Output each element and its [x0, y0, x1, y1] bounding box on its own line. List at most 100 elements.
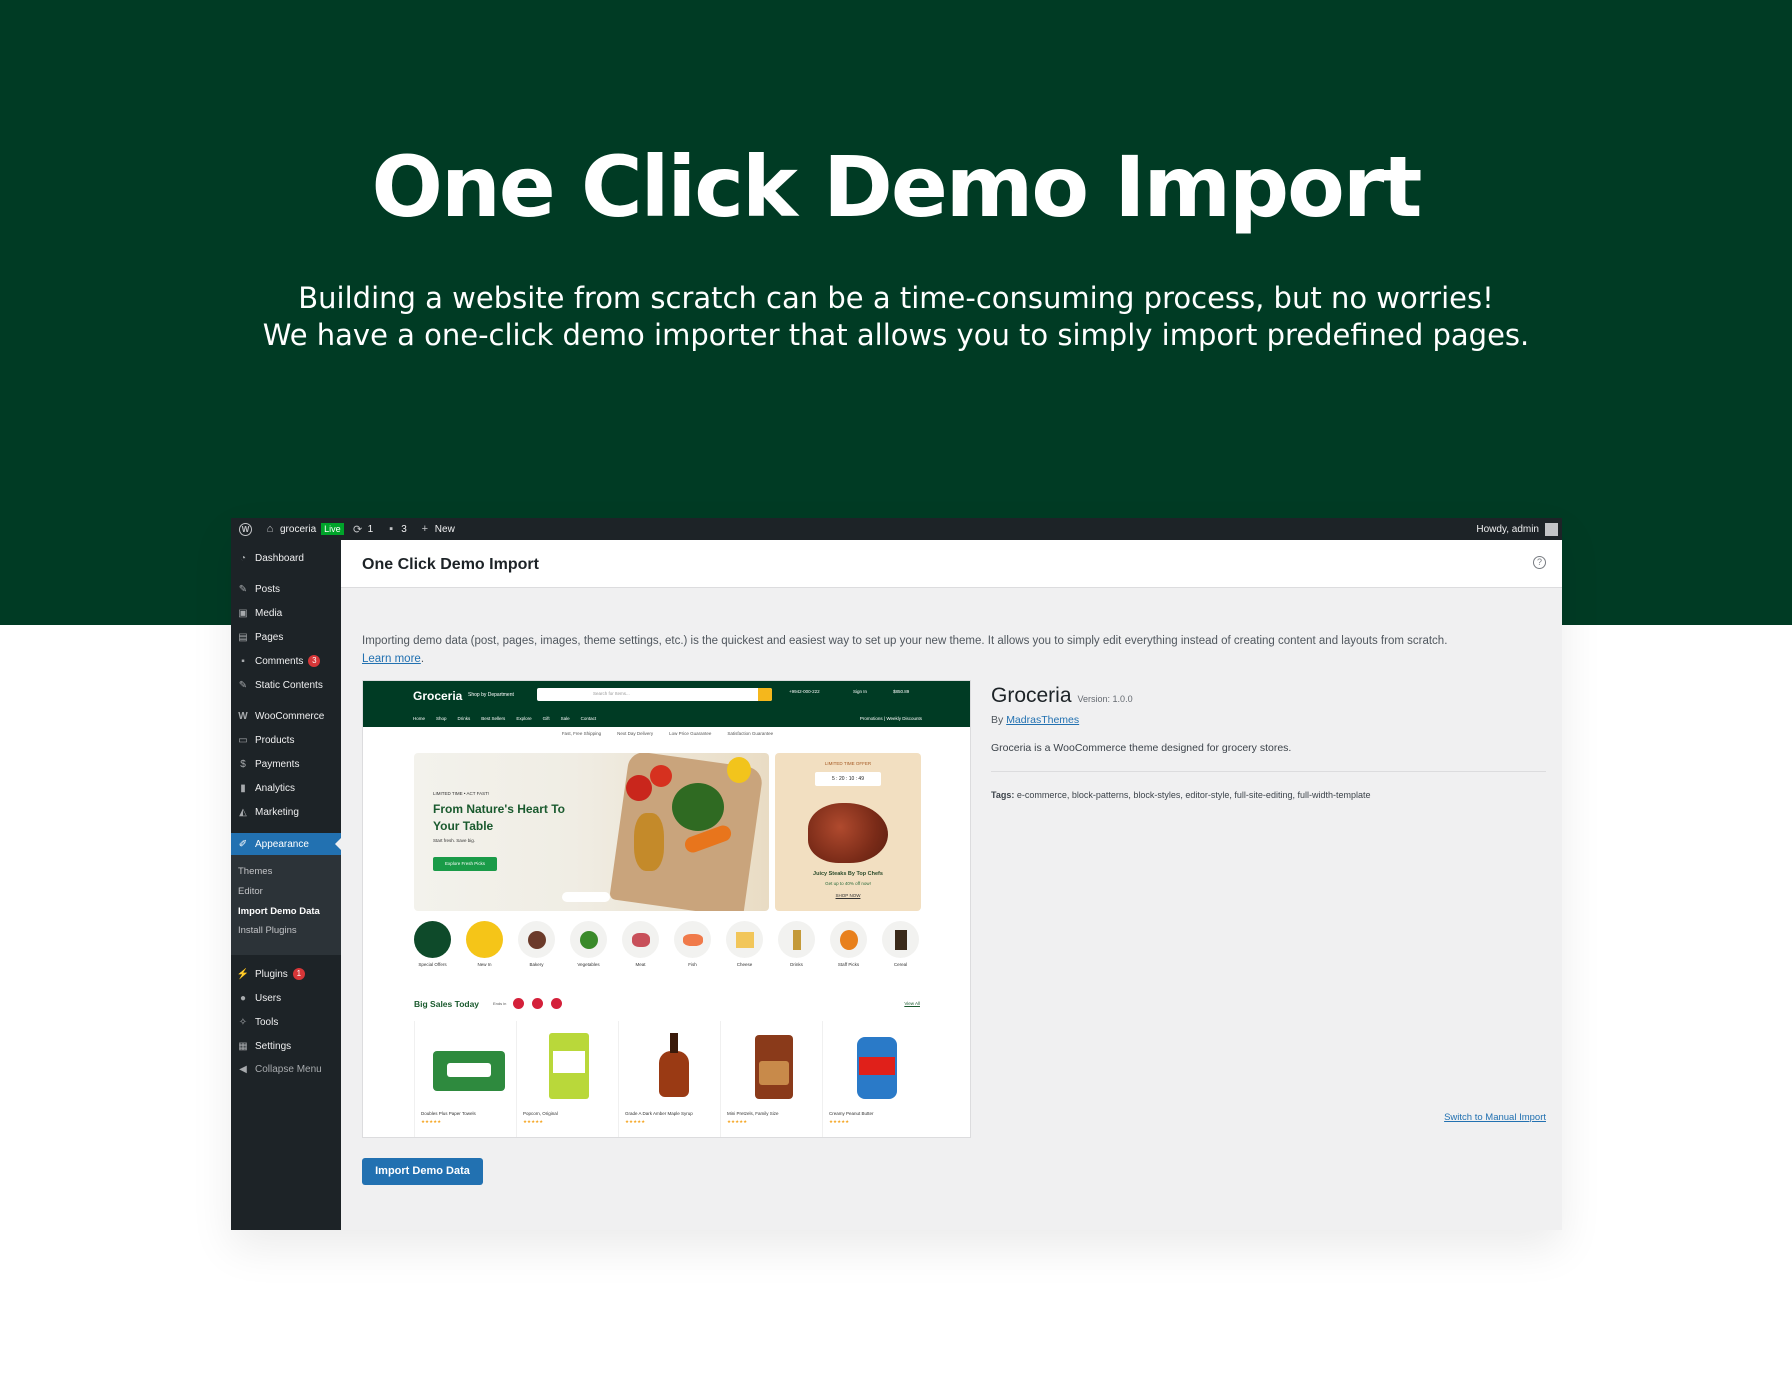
collapse-icon: ◀	[239, 1063, 247, 1075]
sidebar-item-payments[interactable]: $ Payments	[231, 753, 341, 775]
sidebar-item-users[interactable]: ● Users	[231, 987, 341, 1009]
sidebar-item-dashboard[interactable]: ◔ Dashboard	[231, 547, 341, 569]
fish-icon	[674, 921, 711, 958]
sidebar-item-label: Collapse Menu	[255, 1063, 322, 1075]
category-label: Staff Picks	[837, 962, 860, 967]
submenu-item-editor[interactable]: Editor	[238, 886, 263, 897]
submenu-item-themes[interactable]: Themes	[238, 866, 272, 877]
sidebar-item-label: Plugins	[255, 968, 288, 980]
author-link[interactable]: MadrasThemes	[1006, 714, 1079, 726]
learn-more-link[interactable]: Learn more	[362, 653, 421, 665]
product-name: Mini Pretzels, Family Size	[727, 1111, 779, 1116]
wp-logo-button[interactable]: W	[239, 518, 252, 540]
theme-preview-screenshot: Groceria Shop by Department Search for I…	[362, 680, 971, 1138]
preview-nav-item: Best Sellers	[481, 716, 506, 721]
howdy-text: Howdy, admin	[1476, 523, 1539, 535]
preview-usp: Fast, Free Shipping	[561, 731, 602, 736]
hero-title: One Click Demo Import	[371, 138, 1423, 236]
preview-nav-item: Home	[413, 716, 426, 721]
admin-sidebar: ◔ Dashboard ✎ Posts ▣ Media ▤ Pages ▪ Comment…	[231, 540, 341, 1230]
chart-icon: ▮	[240, 782, 246, 794]
preview-hero-subtitle: Start fresh. Save big.	[433, 838, 476, 843]
hero-subtitle: Building a website from scratch can be a…	[0, 280, 1792, 354]
dollar-icon: $	[240, 758, 246, 770]
sidebar-item-label: Posts	[255, 583, 281, 595]
theme-tags: Tags: e-commerce, block-patterns, block-…	[991, 790, 1370, 800]
preview-category: Cereal	[882, 921, 919, 967]
site-name-link[interactable]: ⌂ groceria Live	[264, 518, 344, 540]
import-demo-data-button[interactable]: Import Demo Data	[362, 1158, 483, 1185]
sidebar-item-label: Tools	[255, 1016, 279, 1028]
broccoli-image	[672, 783, 724, 831]
maple-syrup-image	[637, 1031, 697, 1101]
submenu-item-install-plugins[interactable]: Install Plugins	[238, 925, 297, 936]
preview-offer-kicker: LIMITED TIME OFFER	[824, 761, 872, 766]
sidebar-item-label: Payments	[255, 758, 300, 770]
site-name: groceria	[280, 523, 317, 535]
sidebar-item-posts[interactable]: ✎ Posts	[231, 578, 341, 600]
sidebar-item-analytics[interactable]: ▮ Analytics	[231, 777, 341, 799]
help-icon[interactable]: ?	[1533, 556, 1546, 569]
bakery-icon	[518, 921, 555, 958]
comments-link[interactable]: ▪ 3	[385, 518, 407, 540]
preview-hero-banner: LIMITED TIME • ACT FAST! From Nature's H…	[414, 753, 769, 911]
main-content: One Click Demo Import ? Importing demo d…	[341, 540, 1562, 1230]
preview-usp: Next Day Delivery	[617, 731, 654, 736]
preview-usp-bar: Fast, Free Shipping Next Day Delivery Low …	[363, 731, 970, 736]
tags-label: Tags:	[991, 790, 1015, 800]
wordpress-admin-window: W ⌂ groceria Live ⟳ 1 ▪ 3 + New Howdy, a…	[231, 518, 1562, 1230]
refresh-icon: ⟳	[353, 523, 363, 536]
sidebar-item-plugins[interactable]: ⚡ Plugins 1	[231, 963, 341, 985]
product-name: Popcorn, Original	[523, 1111, 558, 1116]
comments-count: 3	[401, 523, 407, 535]
sidebar-item-pages[interactable]: ▤ Pages	[231, 626, 341, 648]
product-name: Creamy Peanut Butter	[829, 1111, 874, 1116]
staff-picks-icon	[830, 921, 867, 958]
preview-header: Groceria Shop by Department Search for I…	[363, 681, 970, 727]
switch-to-manual-import-link[interactable]: Switch to Manual Import	[1444, 1112, 1546, 1123]
wordpress-logo-icon: W	[239, 522, 252, 536]
appearance-submenu: Themes Editor Import Demo Data Install P…	[231, 855, 341, 955]
preview-categories: Special Offers New In Bakery Vegetables …	[414, 921, 921, 971]
updates-link[interactable]: ⟳ 1	[352, 518, 373, 540]
preview-promos: Promotions | Weekly Discounts	[859, 716, 922, 721]
sidebar-item-marketing[interactable]: ◭ Marketing	[231, 801, 341, 823]
meat-icon	[622, 921, 659, 958]
sidebar-item-products[interactable]: ▭ Products	[231, 729, 341, 751]
sidebar-collapse-menu[interactable]: ◀ Collapse Menu	[231, 1058, 341, 1080]
category-label: Fish	[688, 962, 697, 967]
paper-towels-image	[433, 1031, 505, 1101]
sidebar-item-label: Static Contents	[255, 679, 323, 691]
sidebar-item-label: Media	[255, 607, 283, 619]
preview-hero-title: From Nature's Heart To Your Table	[433, 802, 565, 833]
sidebar-item-label: Products	[255, 734, 295, 746]
sidebar-item-appearance[interactable]: ✐ Appearance	[231, 833, 341, 855]
sidebar-item-static-contents[interactable]: ✎ Static Contents	[231, 674, 341, 696]
new-content-link[interactable]: + New	[419, 518, 455, 540]
sidebar-item-tools[interactable]: ✧ Tools	[231, 1011, 341, 1033]
preview-usp: Low Price Guarantee	[669, 731, 712, 736]
submenu-item-import-demo-data[interactable]: Import Demo Data	[238, 906, 320, 917]
sidebar-item-media[interactable]: ▣ Media	[231, 602, 341, 624]
product-rating: ★★★★★	[625, 1119, 646, 1124]
hero-subtitle-line-2: We have a one-click demo importer that a…	[262, 318, 1530, 352]
product-rating: ★★★★★	[727, 1119, 748, 1124]
new-label: New	[434, 523, 455, 535]
period: .	[420, 653, 425, 665]
media-icon: ▣	[238, 607, 248, 619]
sidebar-item-woocommerce[interactable]: W WooCommerce	[231, 705, 341, 727]
account-menu[interactable]: Howdy, admin	[1476, 518, 1558, 540]
page: One Click Demo Import Building a website…	[0, 0, 1792, 1386]
preview-view-all: View All	[904, 1001, 920, 1006]
sidebar-item-comments[interactable]: ▪ Comments 3	[231, 650, 341, 672]
product-rating: ★★★★★	[421, 1119, 442, 1124]
pin-icon: ✎	[238, 679, 248, 691]
preview-offer-card: LIMITED TIME OFFER 5 : 20 : 10 : 49 Juic…	[775, 753, 921, 911]
sidebar-item-settings[interactable]: ▦ Settings	[231, 1035, 341, 1057]
preview-category: Bakery	[518, 921, 555, 967]
preview-nav: Home Shop Drinks Best Sellers Explore Gift Sal…	[413, 716, 607, 721]
preview-account: Sign In	[853, 689, 868, 694]
theme-version: Version: 1.0.0	[1077, 694, 1133, 704]
product-rating: ★★★★★	[829, 1119, 850, 1124]
avatar	[1545, 522, 1558, 536]
